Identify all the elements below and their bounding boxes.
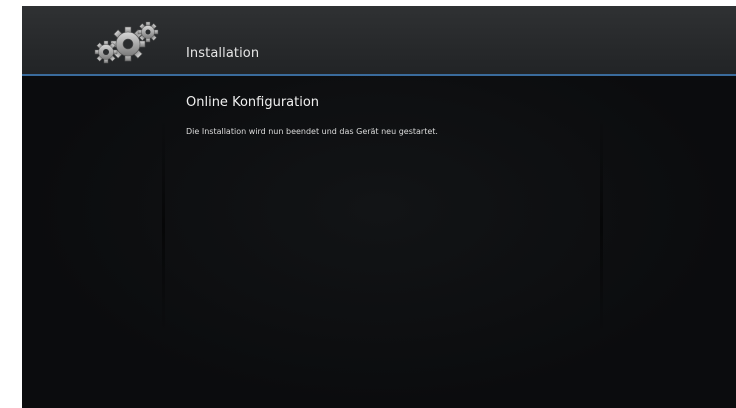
- gears-icon: [94, 21, 159, 64]
- tv-screen: Installation Online Konfiguration Die In…: [22, 6, 736, 408]
- header-bar: Installation: [22, 6, 736, 76]
- divider-left: [162, 116, 165, 336]
- divider-right: [600, 116, 603, 336]
- section-title: Online Konfiguration: [186, 95, 320, 110]
- content-area: Online Konfiguration Die Installation wi…: [22, 76, 736, 408]
- header-title: Installation: [186, 46, 260, 61]
- status-message: Die Installation wird nun beendet und da…: [186, 127, 438, 136]
